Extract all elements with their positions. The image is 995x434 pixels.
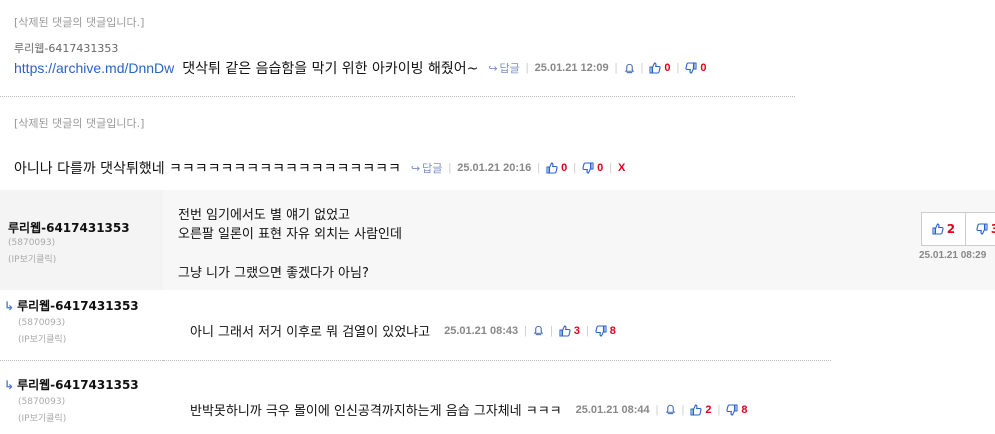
separator	[0, 360, 163, 361]
downvote-button[interactable]: 8	[595, 325, 616, 337]
downvote-button[interactable]: 8	[726, 404, 747, 416]
reply-label: 답글	[499, 63, 520, 75]
divider: |	[640, 62, 644, 74]
delete-button[interactable]: X	[618, 162, 625, 174]
deleted-comment-notice: [삭제된 댓글의 댓글입니다.]	[14, 16, 145, 29]
divider: |	[676, 62, 680, 74]
bell-icon[interactable]	[665, 404, 676, 415]
comment-text: 댓삭튀 같은 음습함을 막기 위한 아카이빙 해줬어~	[182, 61, 479, 77]
comment-meta: 25.01.21 08:43 | | 3 | 8	[444, 325, 616, 337]
author-nickname[interactable]: 루리웹-6417431353	[17, 376, 139, 393]
divider: |	[525, 62, 529, 74]
divider: |	[537, 162, 541, 174]
divider: |	[614, 62, 618, 74]
downvote-count: 0	[597, 162, 604, 174]
reply-author: ↳ 루리웹-6417431353	[4, 376, 139, 393]
comment-body: https://archive.md/DnnDw 댓삭튀 같은 음습함을 막기 …	[14, 58, 707, 78]
comment-text: 반박못하니까 극우 몰이에 인신공격까지하는게 음습 그자체네 ㅋㅋㅋ	[190, 404, 562, 419]
bell-icon[interactable]	[533, 325, 544, 336]
thumbs-down-icon	[976, 223, 988, 235]
downvote-count: 8	[609, 324, 616, 337]
thumbs-up-icon	[649, 62, 661, 74]
upvote-count: 2	[946, 222, 956, 236]
divider: |	[549, 324, 553, 337]
reply-button[interactable]: ↪ 답글	[488, 60, 519, 76]
reply-arrow-icon: ↳	[4, 377, 15, 392]
bell-icon[interactable]	[624, 63, 635, 74]
comment-date: 25.01.21 12:09	[534, 62, 609, 74]
comment-text: 아니 그래서 저거 이후로 뭐 검열이 있었냐고	[190, 325, 431, 340]
reply-arrow-icon: ↳	[4, 298, 15, 313]
downvote-button[interactable]: 3	[966, 213, 995, 245]
comment-meta: ↪ 답글 | 25.01.21 12:09 | | 0 | 0	[488, 60, 706, 76]
thumbs-up-icon	[932, 223, 944, 235]
upvote-count: 0	[561, 162, 568, 174]
reply-arrow-icon: ↪	[410, 163, 421, 175]
reply-label: 답글	[422, 163, 443, 175]
divider: |	[524, 324, 527, 337]
upvote-count: 3	[573, 324, 580, 337]
downvote-count: 3	[991, 222, 995, 236]
author-uid: (5870093)	[18, 318, 66, 328]
comment-line: 오른팔 일론이 표현 자유 외치는 사람인데	[178, 227, 402, 242]
reply-arrow-icon: ↪	[488, 63, 498, 75]
upvote-count: 2	[705, 403, 712, 416]
comment-date: 25.01.21 08:29	[919, 250, 987, 261]
upvote-button[interactable]: 3	[559, 325, 580, 337]
downvote-button[interactable]: 0	[582, 162, 603, 174]
comment-line: 전번 임기에서도 별 얘기 없었고	[178, 208, 351, 223]
upvote-button[interactable]: 0	[649, 62, 671, 74]
comment-line: 그냥 니가 그랬으면 좋겠다가 아님?	[178, 266, 369, 281]
deleted-comment-notice: [삭제된 댓글의 댓글입니다.]	[14, 117, 145, 130]
comment-meta: 25.01.21 08:44 | | 2 | 8	[576, 404, 748, 416]
divider: |	[585, 324, 589, 337]
upvote-count: 0	[664, 62, 671, 74]
ip-show-link[interactable]: (IP보기클릭)	[18, 411, 66, 424]
divider: |	[573, 162, 577, 174]
author-nickname[interactable]: 루리웹-6417431353	[8, 219, 130, 236]
divider: |	[717, 403, 721, 416]
comment-body: 반박못하니까 극우 몰이에 인신공격까지하는게 음습 그자체네 ㅋㅋㅋ 25.0…	[190, 400, 748, 420]
comment-text: 아니나 다를까 댓삭튀했네 ㅋㅋㅋㅋㅋㅋㅋㅋㅋㅋㅋㅋㅋㅋㅋㅋㅋㅋ	[14, 161, 401, 177]
author-nickname[interactable]: 루리웹-6417431353	[17, 297, 139, 314]
thumbs-down-icon	[582, 162, 594, 174]
downvote-button[interactable]: 0	[685, 62, 707, 74]
downvote-count: 0	[700, 62, 707, 74]
reply-button[interactable]: ↪ 답글	[411, 160, 442, 176]
separator	[0, 96, 795, 97]
thumbs-down-icon	[595, 324, 607, 337]
archive-link[interactable]: https://archive.md/DnnDw	[14, 60, 174, 76]
thumbs-down-icon	[685, 62, 697, 74]
comment-date: 25.01.21 20:16	[457, 162, 532, 174]
author-uid: (5870093)	[18, 397, 66, 407]
comment-body: 아니 그래서 저거 이후로 뭐 검열이 있었냐고 25.01.21 08:43 …	[190, 321, 616, 341]
reply-author: ↳ 루리웹-6417431353	[4, 297, 139, 314]
ip-show-link[interactable]: (IP보기클릭)	[8, 252, 56, 265]
thumbs-up-icon	[690, 403, 702, 416]
upvote-button[interactable]: 0	[546, 162, 567, 174]
author-uid: (5870093)	[8, 238, 56, 248]
comment-date: 25.01.21 08:43	[444, 324, 519, 337]
divider: |	[681, 403, 685, 416]
upvote-button[interactable]: 2	[922, 213, 966, 245]
comment-body: 아니나 다를까 댓삭튀했네 ㅋㅋㅋㅋㅋㅋㅋㅋㅋㅋㅋㅋㅋㅋㅋㅋㅋㅋ ↪ 답글 | 2…	[14, 158, 625, 178]
comment-meta: ↪ 답글 | 25.01.21 20:16 | 0 | 0 | X	[411, 160, 626, 176]
comment-date: 25.01.21 08:44	[575, 403, 650, 416]
divider: |	[448, 162, 452, 174]
thumbs-up-icon	[546, 162, 558, 174]
thumbs-down-icon	[726, 403, 738, 416]
divider: |	[655, 403, 659, 416]
downvote-count: 8	[741, 403, 748, 416]
separator	[163, 360, 831, 361]
thumbs-up-icon	[559, 324, 571, 337]
ip-show-link[interactable]: (IP보기클릭)	[18, 332, 66, 345]
vote-box: 2 3	[921, 212, 995, 246]
divider: |	[609, 162, 613, 174]
upvote-button[interactable]: 2	[690, 403, 712, 416]
comment-author[interactable]: 루리웹-6417431353	[14, 40, 118, 56]
